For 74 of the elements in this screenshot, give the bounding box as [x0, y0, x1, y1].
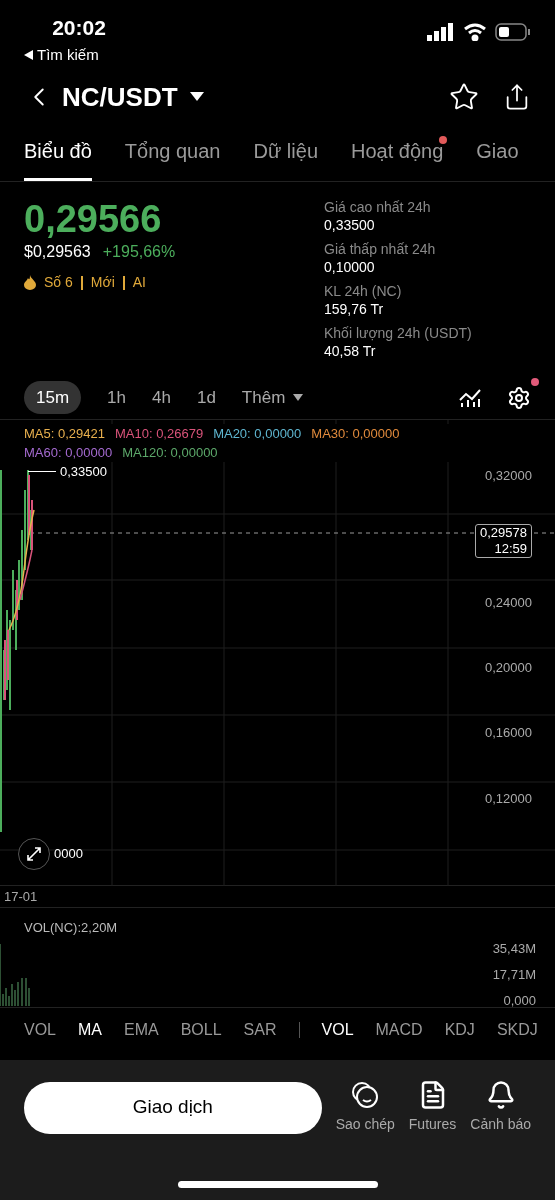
- tab[interactable]: Giao: [476, 136, 519, 181]
- caret-icon: [189, 92, 204, 102]
- indicator-tab[interactable]: VOL: [321, 1018, 354, 1042]
- battery-icon: [495, 23, 531, 41]
- tag-label: AI: [132, 273, 146, 292]
- expand-button[interactable]: [18, 838, 50, 870]
- ma-legend-label: MA5: 0,29421: [24, 425, 105, 443]
- tag-label: Mới: [90, 273, 115, 292]
- price-axis-label: 0,20000: [485, 659, 532, 677]
- ma-legend-label: MA20: 0,00000: [213, 425, 302, 443]
- tab[interactable]: Hoạt động: [351, 136, 444, 181]
- ma-legend-label: MA120: 0,00000: [122, 444, 218, 462]
- indicator-tab[interactable]: VOL: [24, 1018, 56, 1042]
- price-axis-label: 0,16000: [485, 724, 532, 742]
- tab[interactable]: Tổng quan: [124, 136, 221, 181]
- tag-label: Số 6: [44, 273, 73, 292]
- stat-label: KL 24h (NC): [324, 282, 403, 300]
- price-axis-label: 0,12000: [485, 790, 532, 808]
- action-button[interactable]: Futures: [408, 1080, 457, 1135]
- pair-selector[interactable]: NC/USDT: [62, 77, 204, 117]
- flame-icon: [24, 275, 36, 290]
- current-price-value: 0,29578: [480, 525, 527, 541]
- stat-value: 0,10000: [324, 258, 376, 276]
- wifi-icon: [463, 23, 487, 41]
- timeframe-tab[interactable]: 1d: [196, 384, 216, 411]
- action-button[interactable]: Sao chép: [335, 1080, 395, 1135]
- expand-icon: [26, 846, 42, 862]
- back-triangle-icon: [24, 49, 33, 60]
- signal-icon: [427, 23, 455, 41]
- indicator-tab[interactable]: SKDJ: [496, 1018, 538, 1042]
- caret-icon: [293, 394, 304, 401]
- indicator-chart-icon[interactable]: [459, 387, 481, 408]
- trade-button[interactable]: Giao dịch: [24, 1081, 322, 1134]
- price-change: +195,66%: [102, 242, 176, 262]
- indicator-tab[interactable]: BOLL: [180, 1018, 222, 1042]
- price-axis-label: 0,24000: [485, 594, 532, 612]
- volume-label: VOL(NC):2,20M: [24, 919, 118, 937]
- timeframe-tab[interactable]: 1h: [107, 384, 126, 411]
- indicator-tab[interactable]: KDJ: [444, 1018, 475, 1042]
- usd-price: $0,29563: [24, 242, 91, 262]
- tab[interactable]: Biểu đồ: [24, 136, 92, 181]
- timeframe-tab[interactable]: 15m: [24, 380, 82, 415]
- volume-axis-label: 0,000: [503, 992, 536, 1010]
- overlapping-circles-icon: [350, 1080, 381, 1110]
- indicator-tab[interactable]: MA: [78, 1018, 102, 1042]
- low-price-marker: 0000: [54, 845, 83, 864]
- more-dropdown[interactable]: Thêm: [241, 384, 304, 411]
- back-to-search-link[interactable]: Tìm kiếm: [24, 43, 99, 66]
- indicator-tab[interactable]: MACD: [375, 1018, 423, 1042]
- stat-label: Khối lượng 24h (USDT): [324, 324, 472, 342]
- stat-label: Giá cao nhất 24h: [324, 198, 432, 216]
- ma-legend-label: MA60: 0,00000: [24, 444, 113, 462]
- action-button[interactable]: Cảnh báo: [470, 1080, 531, 1135]
- tab[interactable]: Dữ liệu: [253, 136, 318, 181]
- volume-axis-label: 35,43M: [492, 940, 536, 958]
- last-price: 0,29566: [24, 198, 163, 240]
- indicator-tab[interactable]: SAR: [243, 1018, 277, 1042]
- stat-value: 0,33500: [324, 216, 376, 234]
- countdown-timer: 12:59: [494, 541, 527, 557]
- indicator-tab[interactable]: EMA: [124, 1018, 159, 1042]
- timeframe-tab[interactable]: 4h: [152, 384, 171, 411]
- star-icon[interactable]: [449, 82, 479, 112]
- price-axis-label: 0,32000: [485, 467, 532, 485]
- ma-legend-label: MA10: 0,26679: [114, 425, 204, 443]
- high-price-marker: 0,33500: [60, 463, 107, 481]
- volume-bars-drawing: [0, 944, 32, 1006]
- ma-legend-label: MA30: 0,00000: [311, 425, 400, 443]
- settings-icon[interactable]: [507, 385, 531, 410]
- stat-label: Giá thấp nhất 24h: [324, 240, 437, 258]
- stat-value: 159,76 Tr: [324, 300, 385, 318]
- volume-axis-label: 17,71M: [492, 966, 536, 984]
- date-axis-label: 17-01: [4, 887, 38, 906]
- stat-value: 40,58 Tr: [324, 342, 377, 360]
- clock-time: 20:02: [52, 15, 106, 41]
